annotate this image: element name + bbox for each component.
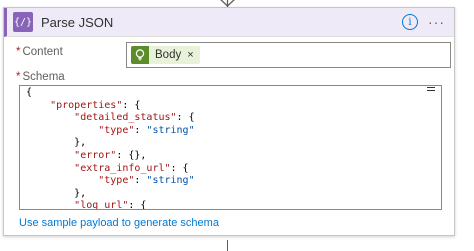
schema-label: * Schema xyxy=(16,71,65,83)
action-header[interactable]: {/} Parse JSON i ··· xyxy=(4,8,454,37)
code-line: "type": "string" xyxy=(98,124,195,136)
lightbulb-icon xyxy=(131,46,149,64)
code-line: "log_url": { xyxy=(74,200,147,210)
code-line: "error": {}, xyxy=(74,149,147,161)
schema-editor[interactable]: { "properties": { "detailed_status": { "… xyxy=(19,85,442,210)
required-mark: * xyxy=(16,46,21,58)
code-line: }, xyxy=(26,187,87,199)
remove-token-icon[interactable]: × xyxy=(187,49,193,61)
scrollbar-thumb[interactable] xyxy=(427,87,435,91)
code-line: "extra_info_url": { xyxy=(74,162,189,174)
code-line: "properties": { xyxy=(50,99,141,111)
token-label: Body xyxy=(155,49,182,61)
action-title: Parse JSON xyxy=(41,14,114,30)
code-line: "type": "string" xyxy=(98,175,195,187)
content-input[interactable]: Body × xyxy=(126,42,451,68)
content-label: * Content xyxy=(16,46,63,58)
info-icon[interactable]: i xyxy=(402,14,418,30)
parse-json-action-card: {/} Parse JSON i ··· * Content Body × * Sc… xyxy=(3,7,455,236)
code-line: }, xyxy=(26,137,87,149)
schema-label-text: Schema xyxy=(22,71,65,83)
braces-icon: {/} xyxy=(13,12,33,32)
code-line: { xyxy=(26,87,33,98)
generate-schema-link[interactable]: Use sample payload to generate schema xyxy=(19,217,219,229)
schema-code[interactable]: { "properties": { "detailed_status": { "… xyxy=(20,86,441,210)
flow-connector-bottom xyxy=(227,240,228,251)
content-label-text: Content xyxy=(22,46,63,58)
body-token[interactable]: Body × xyxy=(131,46,200,64)
more-options-icon[interactable]: ··· xyxy=(428,15,444,29)
required-mark: * xyxy=(16,71,21,83)
code-line: "detailed_status": { xyxy=(74,112,195,124)
